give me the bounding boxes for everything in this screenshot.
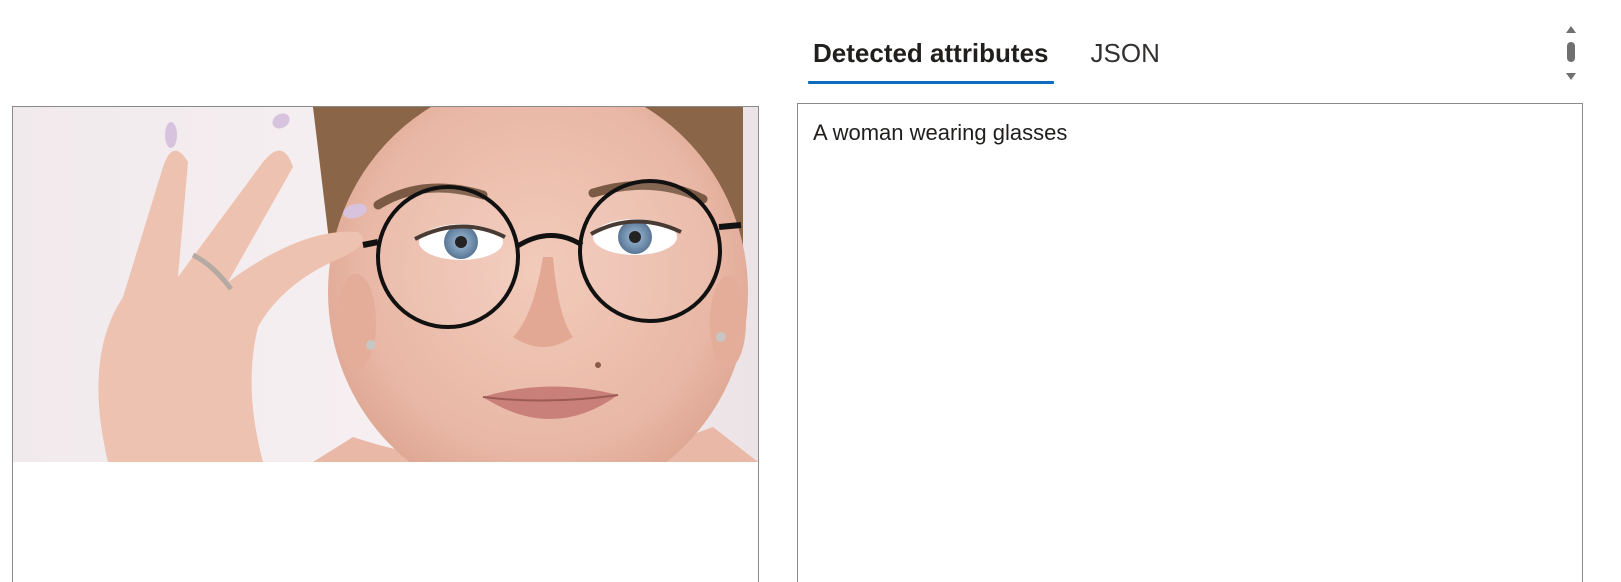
page: Detected attributes JSON A woman wearing… (0, 0, 1621, 582)
detected-attributes-panel: A woman wearing glasses (797, 103, 1583, 582)
tab-detected-attributes[interactable]: Detected attributes (808, 28, 1054, 84)
tab-json[interactable]: JSON (1086, 28, 1165, 84)
scroll-thumb[interactable] (1567, 42, 1575, 62)
image-preview-panel (12, 106, 759, 582)
scroll-up-arrow-icon[interactable] (1566, 26, 1576, 33)
scrollbar[interactable] (1563, 24, 1579, 82)
result-tabs: Detected attributes JSON (808, 28, 1197, 86)
uploaded-photo (13, 107, 758, 462)
caption-text: A woman wearing glasses (813, 120, 1068, 145)
scroll-down-arrow-icon[interactable] (1566, 73, 1576, 80)
